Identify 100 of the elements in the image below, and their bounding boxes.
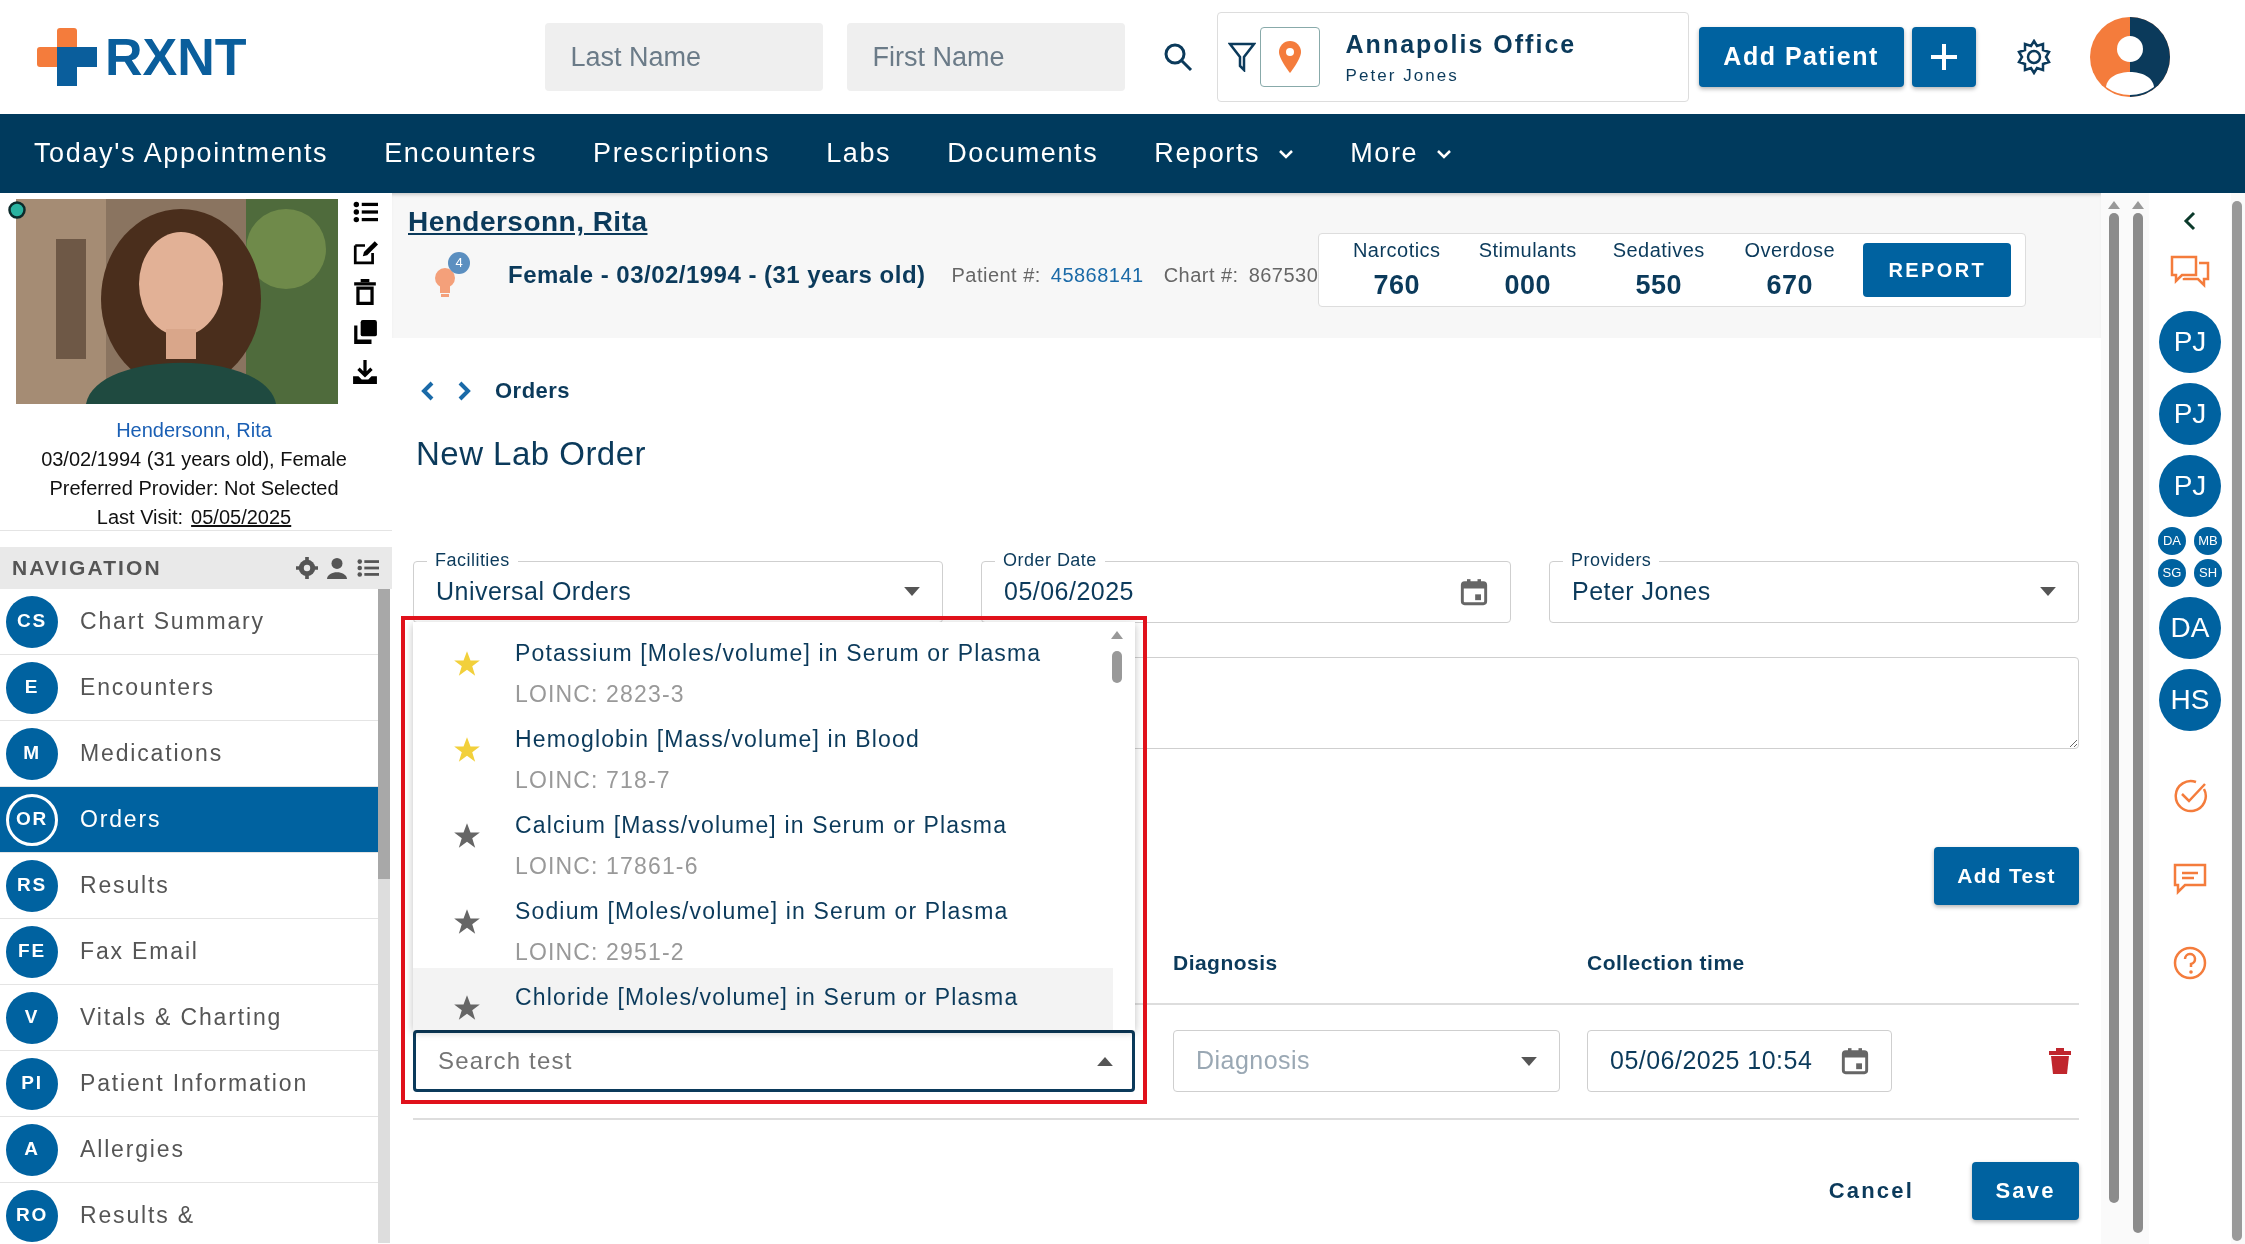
search-field[interactable]: Last Name <box>544 23 823 91</box>
menu-item[interactable]: More <box>1350 133 1453 174</box>
score-value: 550 <box>1634 268 1683 302</box>
test-option[interactable]: Potassium [Moles/volume] in Serum or Plasma LOINC: 2823-3 <box>413 624 1113 710</box>
test-option[interactable]: Calcium [Mass/volume] in Serum or Plasma LOINC: 17861-6 <box>413 796 1113 882</box>
dropdown-icon[interactable] <box>1097 1057 1113 1066</box>
breadcrumb-item: Orders <box>495 377 571 405</box>
status-dot-icon <box>8 201 26 219</box>
menu-item[interactable]: Today's Appointments <box>34 133 329 174</box>
navigation-item[interactable]: A Allergies <box>0 1117 378 1183</box>
initials-avatar[interactable]: MB <box>2194 527 2222 555</box>
initials-avatar[interactable]: DA <box>2158 527 2186 555</box>
star-icon[interactable] <box>453 908 481 936</box>
message-icon[interactable] <box>2173 863 2207 895</box>
last-visit-date[interactable]: 05/05/2025 <box>191 503 292 532</box>
dropdown-icon[interactable] <box>2040 587 2056 596</box>
check-circle-icon[interactable] <box>2172 777 2208 813</box>
save-button[interactable]: Save <box>1972 1161 2079 1220</box>
navigation-item[interactable]: RS Results <box>0 853 378 919</box>
patient-name-link[interactable]: Hendersonn, Rita <box>16 416 372 445</box>
office-name: Annapolis Office <box>1345 28 1577 60</box>
settings-icon[interactable] <box>296 557 318 579</box>
test-option[interactable]: Chloride [Moles/volume] in Serum or Plasma <box>413 968 1113 1030</box>
filter-icon[interactable] <box>1227 42 1256 72</box>
plus-icon <box>1928 42 1959 72</box>
menu-item[interactable]: Reports <box>1154 133 1295 174</box>
caret-icon <box>1278 148 1295 159</box>
test-option[interactable]: Sodium [Moles/volume] in Serum or Plasma LOINC: 2951-2 <box>413 882 1113 968</box>
initials-avatar: CS <box>6 595 58 648</box>
collection-time-field[interactable]: 05/06/2025 10:54 <box>1587 1030 1892 1092</box>
patient-name-link[interactable]: Hendersonn, Rita <box>408 201 648 243</box>
download-icon[interactable] <box>352 359 378 385</box>
add-patient-button[interactable]: Add Patient <box>1698 27 1904 87</box>
initials-avatar: E <box>6 661 58 714</box>
star-icon[interactable] <box>453 650 481 678</box>
navigation-item[interactable]: E Encounters <box>0 655 378 721</box>
test-code: LOINC: 2823-3 <box>515 679 686 709</box>
logo-text: RXNT <box>105 27 247 88</box>
test-code: LOINC: 17861-6 <box>515 851 700 881</box>
cancel-button[interactable]: Cancel <box>1822 1173 1920 1208</box>
navigation-item[interactable]: FE Fax Email <box>0 919 378 985</box>
menu-item[interactable]: Prescriptions <box>593 133 771 174</box>
star-icon[interactable] <box>453 822 481 850</box>
trash-icon[interactable] <box>352 279 378 305</box>
add-button[interactable] <box>1911 27 1976 87</box>
chart-number-label: Chart #: <box>1163 263 1239 288</box>
list-icon[interactable] <box>352 199 378 225</box>
score-value: 000 <box>1503 268 1552 302</box>
initials-avatar: RS <box>6 859 58 912</box>
initials-avatar: PI <box>6 1057 58 1110</box>
test-code: LOINC: 2951-2 <box>515 937 686 967</box>
office-selector[interactable]: Annapolis Office Peter Jones <box>1216 12 1689 102</box>
delete-icon[interactable] <box>2049 1048 2071 1074</box>
user-avatar-icon[interactable] <box>2089 17 2170 97</box>
score-label: Overdose <box>1743 237 1837 263</box>
navigation-item[interactable]: V Vitals & Charting <box>0 985 378 1051</box>
initials-avatar: FE <box>6 925 58 978</box>
test-option[interactable]: Hemoglobin [Mass/volume] in Blood LOINC: 718-7 <box>413 710 1113 796</box>
search-test-field[interactable]: Search test <box>413 1030 1135 1092</box>
score-label: Narcotics <box>1351 237 1442 263</box>
copy-icon[interactable] <box>352 319 378 345</box>
navigation-item[interactable]: CS Chart Summary <box>0 589 378 655</box>
report-button[interactable]: REPORT <box>1863 243 2012 297</box>
menu-item[interactable]: Documents <box>947 133 1099 174</box>
search-icon[interactable] <box>1162 42 1193 72</box>
star-icon[interactable] <box>453 736 481 764</box>
scrollbar[interactable] <box>2231 201 2243 1241</box>
test-name: Potassium [Moles/volume] in Serum or Plasma <box>515 639 1042 668</box>
add-test-button[interactable]: Add Test <box>1934 846 2079 905</box>
edit-icon[interactable] <box>352 239 378 265</box>
score-value: 760 <box>1372 268 1421 302</box>
initials-avatar[interactable]: SH <box>2194 559 2222 587</box>
initials-avatar[interactable]: PJ <box>2159 383 2221 445</box>
initials-avatar[interactable]: SG <box>2158 559 2186 587</box>
list-icon[interactable] <box>356 557 380 579</box>
score-label: Sedatives <box>1611 237 1706 263</box>
calendar-icon[interactable] <box>1841 1047 1869 1075</box>
settings-icon[interactable] <box>2015 39 2052 75</box>
test-name: Hemoglobin [Mass/volume] in Blood <box>515 725 920 754</box>
initials-avatar[interactable]: PJ <box>2159 455 2221 517</box>
help-icon[interactable] <box>2172 945 2208 981</box>
menu-item[interactable]: Labs <box>826 133 892 174</box>
scrollbar[interactable] <box>378 589 390 1243</box>
initials-avatar[interactable]: DA <box>2159 597 2221 659</box>
initials-avatar: RO <box>6 1189 58 1242</box>
initials-avatar[interactable]: PJ <box>2159 311 2221 373</box>
search-field[interactable]: First Name <box>846 23 1125 91</box>
menu-item[interactable]: Encounters <box>384 133 537 174</box>
calendar-icon[interactable] <box>1460 577 1488 606</box>
navigation-item[interactable]: OR Orders <box>0 787 378 853</box>
column-header: Collection time <box>1587 949 1746 976</box>
initials-avatar[interactable]: HS <box>2159 669 2221 731</box>
navigation-item[interactable]: PI Patient Information <box>0 1051 378 1117</box>
person-icon[interactable] <box>326 557 348 579</box>
star-icon[interactable] <box>453 994 481 1022</box>
dropdown-icon[interactable] <box>904 587 920 596</box>
navigation-item[interactable]: RO Results & <box>0 1183 378 1244</box>
test-name: Chloride [Moles/volume] in Serum or Plasma <box>515 983 1019 1012</box>
dropdown-icon[interactable] <box>1521 1056 1537 1066</box>
page-title: New Lab Order <box>416 434 647 474</box>
